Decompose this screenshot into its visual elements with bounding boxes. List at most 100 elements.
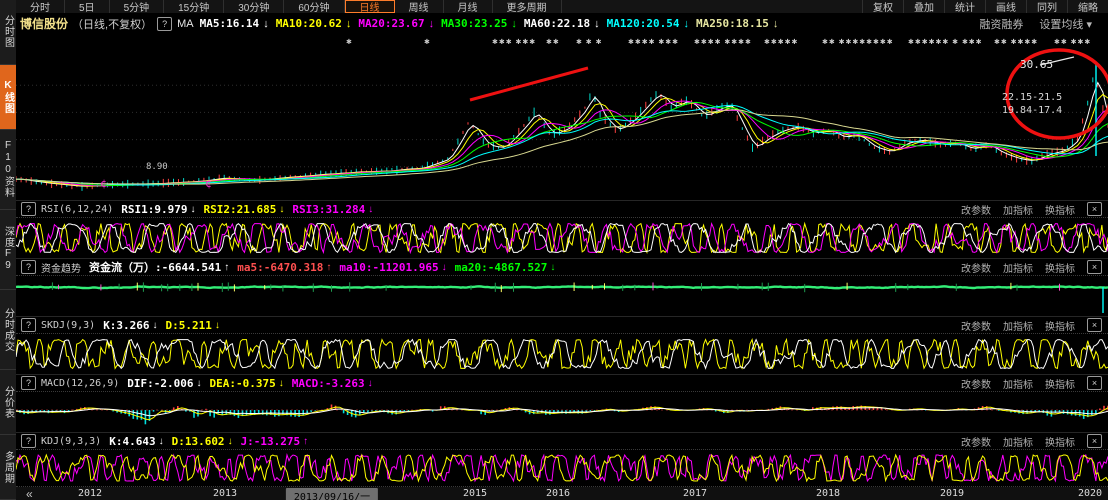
panel-action-改参数[interactable]: 改参数 (961, 202, 991, 217)
panel-action-改参数[interactable]: 改参数 (961, 434, 991, 449)
year-tick: 2012 (78, 488, 102, 499)
chart-canvas (16, 276, 1108, 316)
trend-arrow-icon: ↓ (550, 262, 555, 273)
indicator-value: ma5:-6470.318 (237, 261, 323, 274)
panel-plot (16, 275, 1108, 317)
close-icon[interactable]: × (1087, 202, 1102, 216)
sidebar-item-6[interactable]: 分价表 (0, 370, 16, 435)
indicator-value: DIF:-2.006 (127, 377, 193, 390)
toolbar-button-叠加[interactable]: 叠加 (903, 0, 944, 13)
indicator-value: RSI2:21.685 (203, 203, 276, 216)
panel-action-改参数[interactable]: 改参数 (961, 318, 991, 333)
help-icon[interactable]: ? (21, 318, 36, 332)
indicator-value: RSI1:9.979 (121, 203, 187, 216)
tab-分时[interactable]: 分时 (16, 0, 65, 13)
tab-5分钟[interactable]: 5分钟 (110, 0, 165, 13)
panel-action-加指标[interactable]: 加指标 (1003, 318, 1033, 333)
panel-actions: 改参数加指标换指标 × (961, 202, 1108, 217)
ma-indicator-tag: MA (177, 18, 194, 30)
panel-header: ?SKDJ(9,3)K:3.266↓D:5.211↓改参数加指标换指标× (16, 317, 1108, 333)
ma-value: MA120:20.54 (607, 17, 680, 30)
tab-周线[interactable]: 周线 (395, 0, 444, 13)
chart-canvas (16, 450, 1108, 486)
toolbar-button-缩略[interactable]: 缩略 (1067, 0, 1108, 13)
sidebar-item-1[interactable]: 分时图 (0, 0, 16, 65)
close-icon[interactable]: × (1087, 434, 1102, 448)
ex-dividend-marker: ¢ (205, 177, 212, 190)
trend-arrow-icon: ↓ (228, 436, 233, 447)
panel-action-换指标[interactable]: 换指标 (1045, 202, 1075, 217)
panel-action-改参数[interactable]: 改参数 (961, 260, 991, 275)
tab-60分钟[interactable]: 60分钟 (284, 0, 344, 13)
panel-header: ?资金趋势资金流（万）:-6644.541↑ma5:-6470.318↑ma10… (16, 259, 1108, 275)
chart-canvas (16, 334, 1108, 374)
tab-30分钟[interactable]: 30分钟 (224, 0, 284, 13)
indicator-panel-KDJ: ?KDJ(9,3,3)K:4.643↓D:13.602↓J:-13.275↑改参… (16, 432, 1108, 487)
year-tick: 2013 (213, 488, 237, 499)
sidebar-item-7[interactable]: 多周期 (0, 435, 16, 500)
scroll-back-icon[interactable]: « (26, 487, 33, 500)
sidebar-item-2[interactable]: K线图 (0, 65, 16, 130)
trend-arrow-icon: ↑ (303, 436, 308, 447)
ma-value: MA30:23.25 (441, 17, 507, 30)
trend-arrow-icon: ↓ (442, 262, 447, 273)
close-icon[interactable]: × (1087, 260, 1102, 274)
close-icon[interactable]: × (1087, 376, 1102, 390)
tab-5日[interactable]: 5日 (65, 0, 110, 13)
panel-action-换指标[interactable]: 换指标 (1045, 376, 1075, 391)
panel-action-换指标[interactable]: 换指标 (1045, 260, 1075, 275)
indicator-value: J:-13.275 (241, 435, 301, 448)
year-tick: 2020 (1078, 488, 1102, 499)
title-link-设置均线[interactable]: 设置均线 ▾ (1039, 16, 1092, 32)
panel-plot (16, 333, 1108, 375)
stock-app-window: 分时图K线图F10资料深度F9分时成交分价表多周期 分时5日5分钟15分钟30分… (0, 0, 1108, 500)
help-icon[interactable]: ? (21, 434, 36, 448)
trend-arrow-icon: ↓ (368, 378, 373, 389)
tab-月线[interactable]: 月线 (444, 0, 493, 13)
toolbar-button-画线[interactable]: 画线 (985, 0, 1026, 13)
date-cursor-tick[interactable]: 2013/09/16/一 (286, 488, 378, 500)
sidebar-item-4[interactable]: 深度F9 (0, 210, 16, 290)
help-icon[interactable]: ? (21, 260, 36, 274)
tab-日线[interactable]: 日线 (345, 0, 395, 13)
price-label: 30.65 (1020, 58, 1053, 71)
panel-action-加指标[interactable]: 加指标 (1003, 260, 1033, 275)
chart-canvas (16, 34, 1108, 200)
indicator-value: D:5.211 (166, 319, 212, 332)
sidebar-item-3[interactable]: F10资料 (0, 130, 16, 210)
toolbar-button-复权[interactable]: 复权 (862, 0, 903, 13)
panel-action-换指标[interactable]: 换指标 (1045, 318, 1075, 333)
ex-dividend-marker: ¢ (100, 177, 107, 190)
kline-chart[interactable]: ✱✱✱✱✱ ✱✱✱✱✱✱ ✱ ✱✱✱✱✱ ✱✱✱✱✱✱✱ ✱✱✱✱✱✱✱✱✱✱✱… (16, 34, 1108, 200)
panel-action-加指标[interactable]: 加指标 (1003, 202, 1033, 217)
year-tick: 2016 (546, 488, 570, 499)
panel-actions: 改参数加指标换指标 × (961, 260, 1108, 275)
trend-arrow-icon: ↓ (190, 204, 195, 215)
ma-value: MA20:23.67 (358, 17, 424, 30)
help-icon[interactable]: ? (21, 376, 36, 390)
panel-header: ?MACD(12,26,9)DIF:-2.006↓DEA:-0.375↓MACD… (16, 375, 1108, 391)
indicator-value: DEA:-0.375 (210, 377, 276, 390)
panel-action-加指标[interactable]: 加指标 (1003, 434, 1033, 449)
chart-canvas (16, 218, 1108, 258)
panel-actions: 改参数加指标换指标 × (961, 434, 1108, 449)
tab-更多周期[interactable]: 更多周期 (493, 0, 562, 13)
panel-plot (16, 449, 1108, 487)
sidebar-item-5[interactable]: 分时成交 (0, 290, 16, 370)
indicator-value: MACD:-3.263 (292, 377, 365, 390)
tab-15分钟[interactable]: 15分钟 (164, 0, 224, 13)
toolbar-button-同列[interactable]: 同列 (1026, 0, 1067, 13)
help-icon[interactable]: ? (21, 202, 36, 216)
indicator-panel-RSI: ?RSI(6,12,24)RSI1:9.979↓RSI2:21.685↓RSI3… (16, 200, 1108, 259)
indicator-value: D:13.602 (172, 435, 225, 448)
panel-action-加指标[interactable]: 加指标 (1003, 376, 1033, 391)
title-link-融资融券[interactable]: 融资融券 (979, 16, 1023, 32)
close-icon[interactable]: × (1087, 318, 1102, 332)
help-icon[interactable]: ? (157, 17, 172, 31)
panel-action-换指标[interactable]: 换指标 (1045, 434, 1075, 449)
trend-arrow-icon: ↓ (215, 320, 220, 331)
year-tick: 2019 (940, 488, 964, 499)
panel-action-改参数[interactable]: 改参数 (961, 376, 991, 391)
toolbar-button-统计[interactable]: 统计 (944, 0, 985, 13)
indicator-name: KDJ(9,3,3) (41, 436, 101, 447)
